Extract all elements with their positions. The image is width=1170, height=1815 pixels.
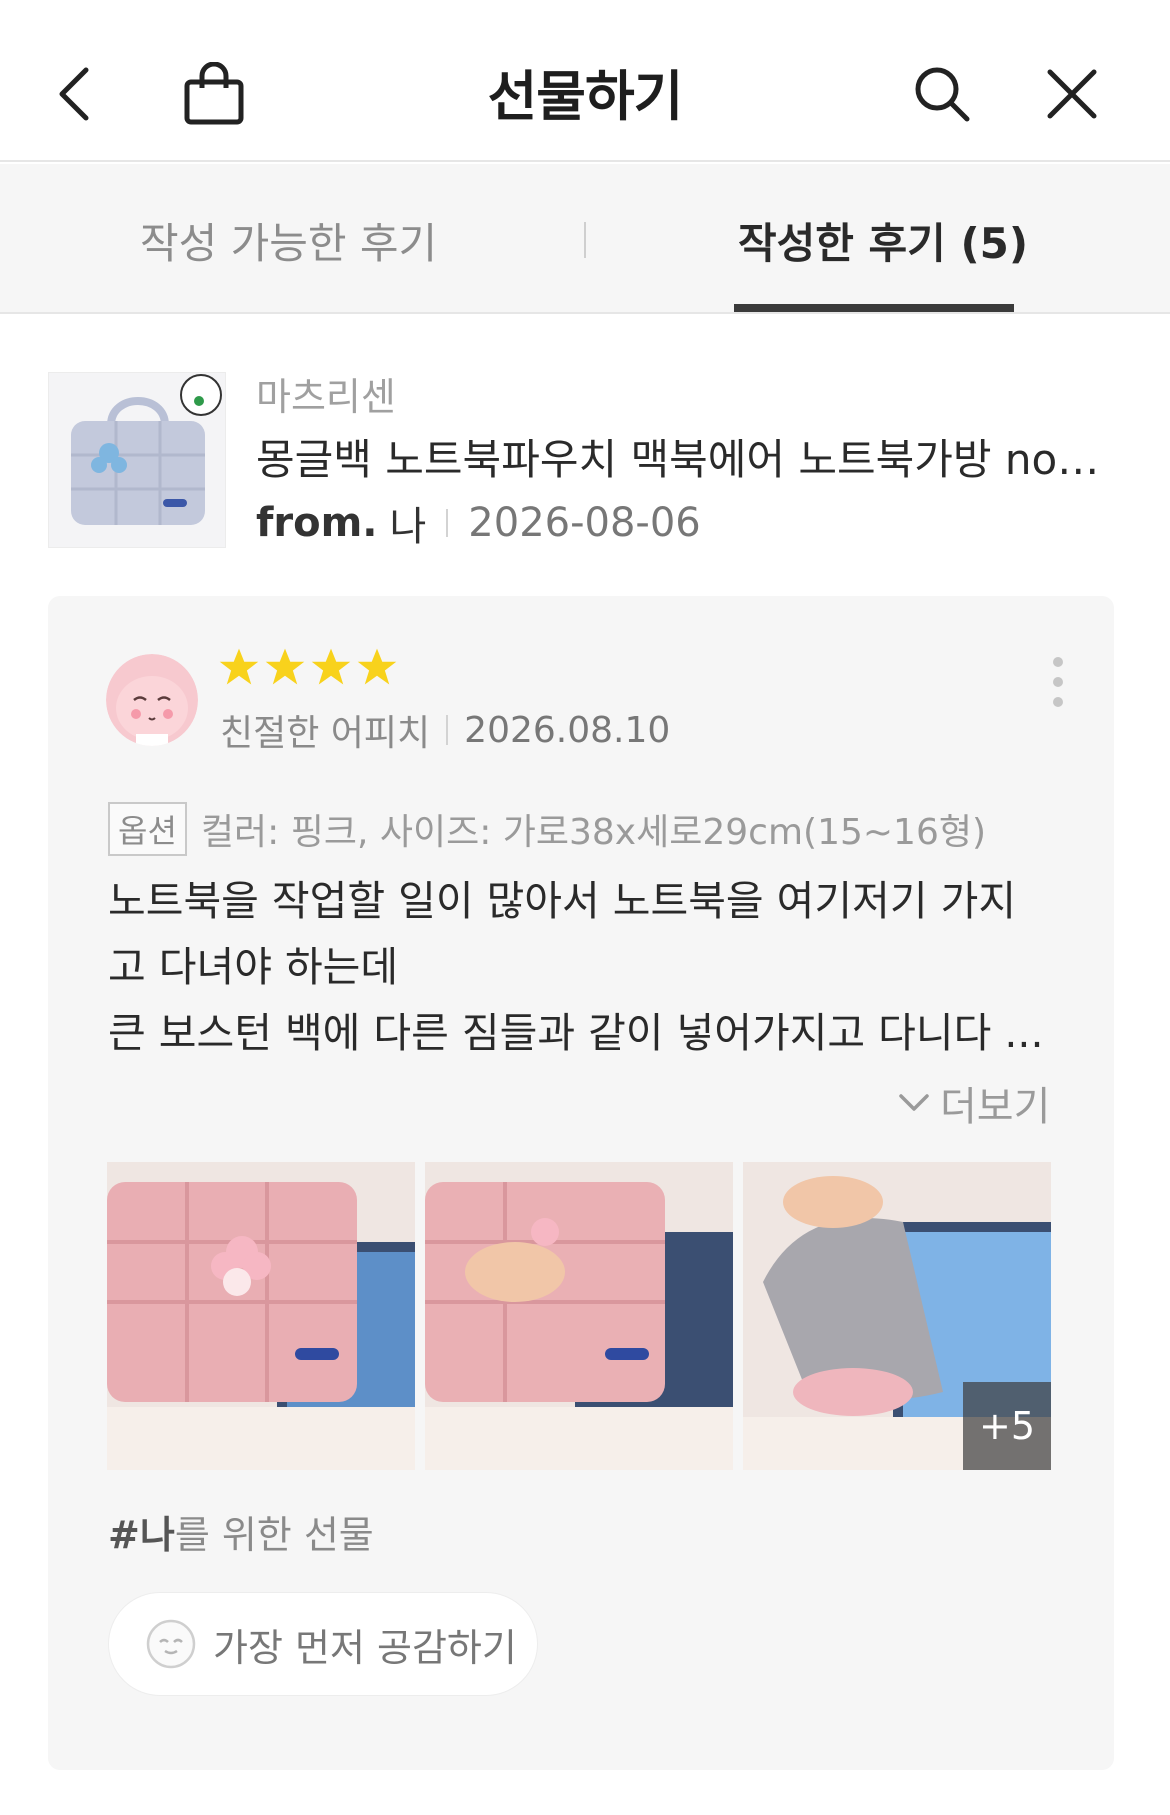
divider <box>446 715 449 745</box>
chevron-down-icon <box>899 1094 929 1111</box>
reviewer-info: 친절한 어피치 2026.08.10 <box>220 704 670 756</box>
star-icon <box>311 648 351 685</box>
review-card: 친절한 어피치 2026.08.10 옵션 컬러: 핑크, 사이즈: 가로38x… <box>48 596 1114 1770</box>
review-photo[interactable] <box>425 1162 733 1470</box>
review-line: 노트북을 작업할 일이 많아서 노트북을 여기저기 가지 <box>108 877 1017 925</box>
from-label: from. <box>256 500 378 546</box>
page-title: 선물하기 <box>487 65 684 128</box>
smile-icon <box>146 1619 196 1669</box>
review-photos: +5 <box>107 1162 1051 1470</box>
product-shop-name: 마츠리센 <box>256 375 396 419</box>
product-thumbnail[interactable] <box>48 372 226 548</box>
review-line: 큰 보스턴 백에 다른 짐들과 같이 넣어가지고 다니다 ... <box>108 1009 1044 1057</box>
star-icon <box>219 648 259 685</box>
see-more-label: 더보기 <box>940 1084 1051 1130</box>
close-icon[interactable] <box>1024 46 1120 142</box>
option-text: 컬러: 핑크, 사이즈: 가로38x세로29cm(15~16형) <box>200 812 987 853</box>
tab-written-reviews[interactable]: 작성한 후기 (5) <box>738 210 1028 271</box>
review-photo[interactable]: +5 <box>743 1162 1051 1470</box>
search-icon[interactable] <box>894 46 990 142</box>
option-badge: 옵션 <box>108 802 187 856</box>
more-options-icon[interactable] <box>1038 652 1078 712</box>
product-name[interactable]: 몽글백 노트북파우치 맥북에어 노트북가방 notebook pouch <box>256 426 1106 487</box>
tab-writable-reviews[interactable]: 작성 가능한 후기 <box>140 210 437 271</box>
review-tabs: 작성 가능한 후기 작성한 후기 (5) <box>0 164 1170 314</box>
like-button[interactable]: 가장 먼저 공감하기 <box>108 1592 538 1696</box>
active-tab-indicator <box>734 304 1014 312</box>
reviewer-name: 친절한 어피치 <box>220 713 431 754</box>
tab-divider <box>584 222 586 258</box>
option-row: 옵션 컬러: 핑크, 사이즈: 가로38x세로29cm(15~16형) <box>108 802 986 856</box>
hashtag-text: 를 위한 선물 <box>174 1513 374 1557</box>
review-line: 고 다녀야 하는데 <box>108 943 399 991</box>
see-more-button[interactable]: 더보기 <box>898 1074 1050 1132</box>
like-label: 가장 먼저 공감하기 <box>213 1625 517 1670</box>
star-icon <box>265 648 305 685</box>
hashtag: #나를 위한 선물 <box>108 1504 374 1559</box>
from-value: 나 <box>389 504 427 550</box>
product-meta: from. 나 2026-08-06 <box>256 494 701 552</box>
review-date: 2026.08.10 <box>464 709 671 751</box>
extra-photos-count[interactable]: +5 <box>963 1382 1051 1470</box>
star-icon <box>357 648 397 685</box>
gift-date: 2026-08-06 <box>468 500 701 546</box>
rating-stars <box>218 646 398 688</box>
top-app-bar: 선물하기 <box>0 0 1170 162</box>
hashtag-prefix: #나 <box>108 1513 175 1557</box>
divider <box>446 509 449 537</box>
review-photo[interactable] <box>107 1162 415 1470</box>
avatar <box>106 654 198 746</box>
review-text[interactable]: 노트북을 작업할 일이 많아서 노트북을 여기저기 가지 고 다녀야 하는데 큰… <box>108 868 1078 1066</box>
